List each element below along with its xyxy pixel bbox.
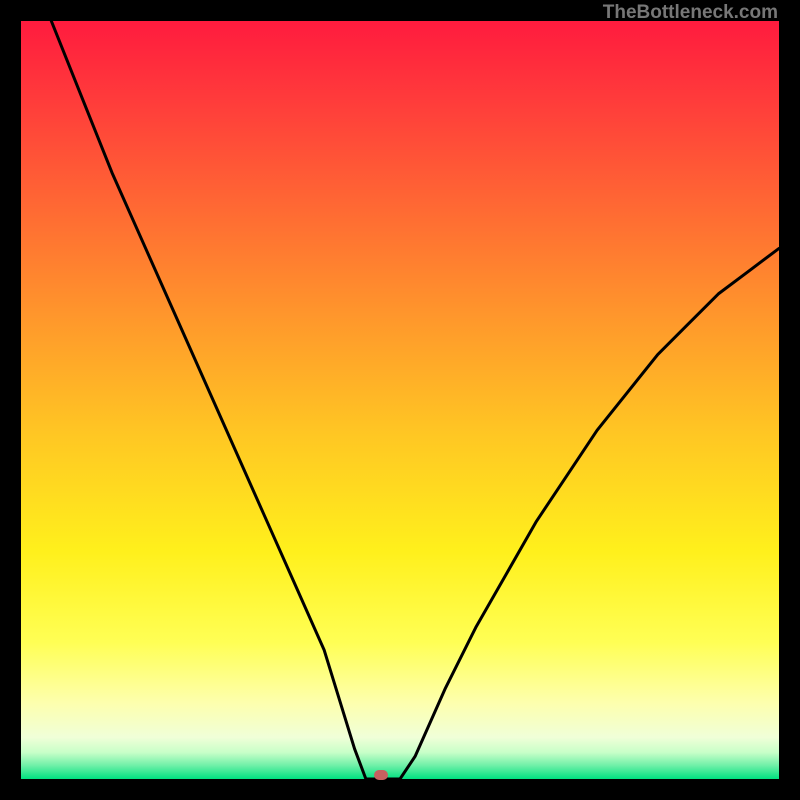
optimum-marker bbox=[374, 770, 388, 780]
plot-area bbox=[21, 21, 779, 779]
chart-frame: TheBottleneck.com bbox=[0, 0, 800, 800]
watermark-text: TheBottleneck.com bbox=[603, 2, 778, 24]
bottleneck-curve bbox=[21, 21, 779, 779]
